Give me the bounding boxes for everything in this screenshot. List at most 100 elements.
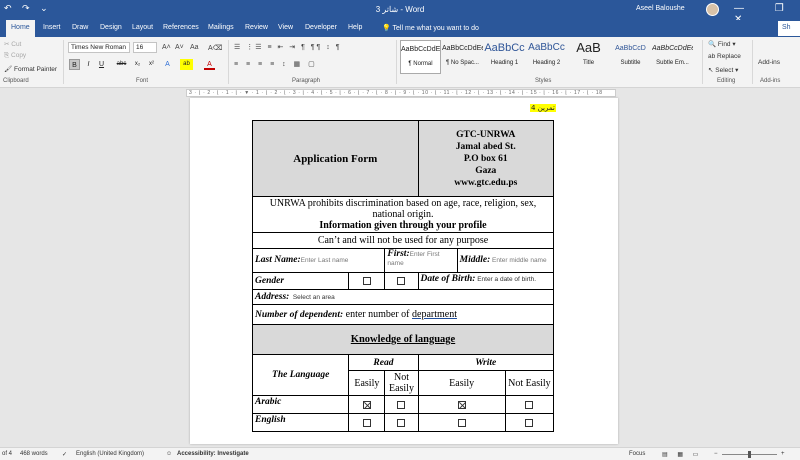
middle-name-cell[interactable]: Middle: Enter middle name	[456, 248, 555, 273]
tell-me-search[interactable]: 💡 Tell me what you want to do	[382, 24, 479, 32]
last-name-field[interactable]: Enter Last name	[301, 257, 349, 264]
write-not-easily-header: Not Easily	[504, 370, 555, 396]
tab-design[interactable]: Design	[100, 24, 122, 31]
checkbox-checked[interactable]	[362, 400, 371, 409]
paragraph-row-2[interactable]: ≡ ≡ ≡ ≡ ↕ ▦ ▢	[234, 60, 318, 68]
checkbox[interactable]	[397, 277, 406, 286]
arabic-read-easily[interactable]	[348, 395, 386, 414]
paragraph-row-1[interactable]: ☰ ⋮☰ ≡ ⇤ ⇥ ¶ ¶¶ ↕ ¶	[234, 43, 341, 51]
english-read-not-easily[interactable]	[384, 413, 419, 432]
dependents-value-link[interactable]: department	[412, 309, 457, 320]
italic-button[interactable]: I	[83, 59, 94, 70]
cut-button[interactable]: ✂ Cut	[4, 40, 21, 48]
editing-group-label: Editing	[717, 78, 736, 84]
view-buttons[interactable]: ▤ ▦ ▭	[662, 451, 702, 458]
tab-view[interactable]: View	[278, 24, 293, 31]
highlight-button[interactable]: ab	[180, 59, 193, 70]
tab-review[interactable]: Review	[245, 24, 268, 31]
copy-button[interactable]: ⎘ Copy	[4, 52, 26, 60]
address-dropdown[interactable]: Select an area	[293, 294, 335, 301]
focus-mode[interactable]: Focus	[629, 451, 645, 457]
style-normal[interactable]: AaBbCcDdEe ¶ Normal	[400, 40, 441, 74]
accessibility-status[interactable]: Accessibility: Investigate	[177, 451, 249, 457]
add-ins-group-label: Add-ins	[760, 78, 781, 84]
checkbox[interactable]	[525, 400, 534, 409]
first-name-cell[interactable]: First:Enter First name	[384, 248, 458, 273]
user-name[interactable]: Aseel Baloushe	[636, 5, 685, 12]
style-subtle-emphasis[interactable]: AaBbCcDdEe Subtle Em...	[652, 40, 693, 74]
english-write-easily[interactable]	[417, 413, 506, 432]
font-size-box[interactable]: 16	[133, 42, 157, 53]
dependents-cell[interactable]: Number of dependent: enter number of dep…	[252, 304, 554, 325]
word-count[interactable]: 468 words	[20, 451, 48, 457]
middle-name-field[interactable]: Enter middle name	[492, 257, 547, 264]
tab-references[interactable]: References	[163, 24, 199, 31]
font-color-button[interactable]: A	[204, 59, 215, 70]
last-name-cell[interactable]: Last Name:Enter Last name	[251, 248, 386, 273]
change-case-button[interactable]: Aa	[190, 44, 199, 51]
tab-insert[interactable]: Insert	[43, 24, 61, 31]
policy-text: UNRWA prohibits discrimination based on …	[269, 198, 537, 220]
style-no-spacing[interactable]: AaBbCcDdEe ¶ No Spac...	[442, 40, 483, 74]
superscript-button[interactable]: x²	[146, 59, 157, 70]
status-bar: of 4 468 words ✓ English (United Kingdom…	[0, 447, 800, 460]
font-name-box[interactable]: Times New Roman	[68, 42, 130, 53]
knowledge-title: Knowledge of language	[252, 324, 554, 355]
checkbox[interactable]	[362, 418, 371, 427]
shrink-font-button[interactable]: A˅	[175, 44, 184, 51]
add-ins-button[interactable]: Add-ins	[758, 59, 780, 66]
find-button[interactable]: 🔍 Find ▾	[708, 40, 736, 48]
middle-name-label: Middle	[459, 255, 488, 265]
subscript-button[interactable]: x₂	[132, 59, 143, 70]
horizontal-ruler[interactable]: 3 · ⌊ · 2 · ⌊ · 1 · ⌊ · ▼ · 1 · ⌊ · 2 · …	[186, 89, 616, 97]
gender-option-1[interactable]	[348, 272, 386, 290]
proofing-icon[interactable]: ✓	[62, 451, 67, 458]
tab-draw[interactable]: Draw	[72, 24, 88, 31]
checkbox[interactable]	[525, 418, 534, 427]
dob-field[interactable]: Enter a date of birth.	[477, 276, 536, 283]
arabic-write-not-easily[interactable]	[504, 395, 555, 414]
zoom-out-button[interactable]: −	[714, 451, 718, 457]
policy-cell: UNRWA prohibits discrimination based on …	[252, 196, 554, 233]
tab-mailings[interactable]: Mailings	[208, 24, 234, 31]
english-write-not-easily[interactable]	[504, 413, 555, 432]
dob-cell[interactable]: Date of Birth: Enter a date of birth.	[417, 272, 555, 290]
underline-button[interactable]: U	[96, 59, 107, 70]
checkbox[interactable]	[397, 400, 406, 409]
arabic-read-not-easily[interactable]	[384, 395, 419, 414]
tab-home[interactable]: Home	[6, 20, 35, 37]
tab-layout[interactable]: Layout	[132, 24, 153, 31]
style-heading-2[interactable]: AaBbCc Heading 2	[526, 40, 567, 74]
style-subtitle[interactable]: AaBbCcD Subtitle	[610, 40, 651, 74]
strikethrough-button[interactable]: abc	[115, 59, 128, 70]
select-button[interactable]: ↖ Select ▾	[708, 66, 738, 74]
checkbox[interactable]	[362, 277, 371, 286]
share-button[interactable]: Sh	[778, 21, 800, 36]
clear-format-button[interactable]: A⌫	[208, 44, 223, 52]
style-title[interactable]: AaB Title	[568, 40, 609, 74]
tab-developer[interactable]: Developer	[305, 24, 337, 31]
tab-help[interactable]: Help	[348, 24, 362, 31]
checkbox-checked[interactable]	[457, 400, 466, 409]
arabic-write-easily[interactable]	[417, 395, 506, 414]
address-cell[interactable]: Address: Select an area	[252, 289, 554, 305]
checkbox[interactable]	[397, 418, 406, 427]
text-effects-button[interactable]: A	[162, 59, 173, 70]
language-status[interactable]: English (United Kingdom)	[76, 451, 144, 457]
replace-button[interactable]: ab Replace	[708, 53, 741, 60]
zoom-slider-handle[interactable]	[748, 451, 751, 458]
dependents-value[interactable]: enter number of	[346, 309, 412, 320]
english-read-easily[interactable]	[348, 413, 386, 432]
accessibility-icon[interactable]: ☺	[166, 451, 172, 457]
avatar[interactable]	[706, 3, 719, 16]
document-page[interactable]: تمرين 4 Application Form GTC-UNRWA Jamal…	[190, 98, 618, 444]
gender-option-2[interactable]	[384, 272, 419, 290]
style-heading-1[interactable]: AaBbCc Heading 1	[484, 40, 525, 74]
bold-button[interactable]: B	[69, 59, 80, 70]
format-painter-button[interactable]: 🖌 Format Painter	[4, 65, 57, 73]
zoom-in-button[interactable]: +	[781, 451, 785, 457]
grow-font-button[interactable]: A˄	[162, 44, 171, 51]
checkbox[interactable]	[457, 418, 466, 427]
rtl-heading: تمرين 4	[530, 104, 556, 112]
page-count[interactable]: of 4	[2, 451, 12, 457]
